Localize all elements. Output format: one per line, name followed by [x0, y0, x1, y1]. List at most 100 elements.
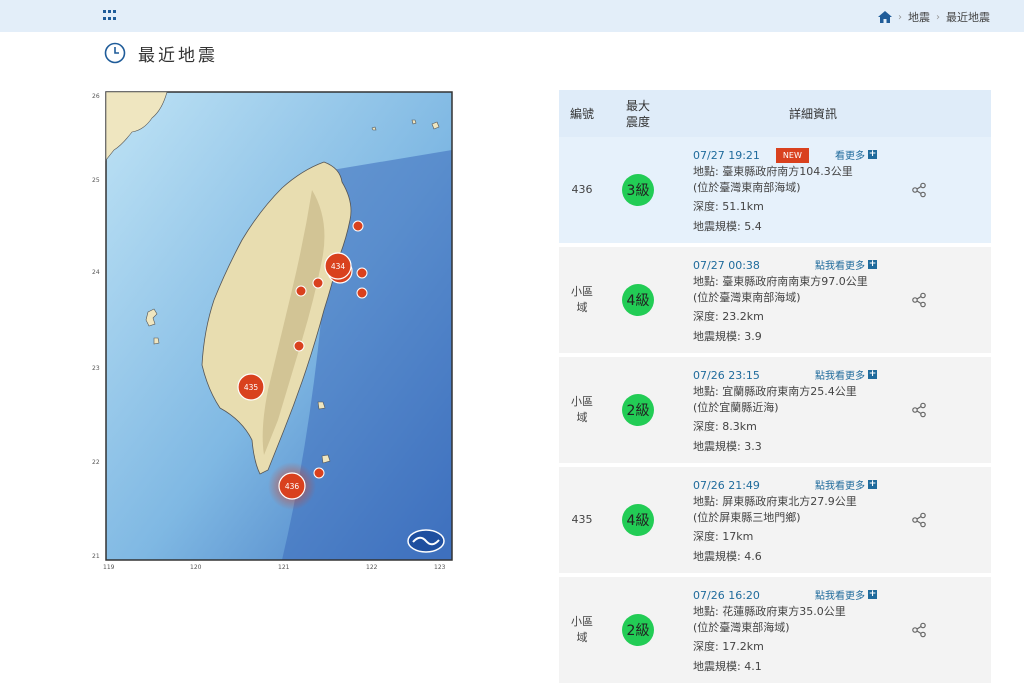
lat-tick: 24 [92, 269, 100, 276]
quake-marker-label: 436 [285, 482, 300, 491]
quake-depth: 深度: 23.2km [693, 310, 764, 323]
earthquake-row[interactable]: 436 3級 07/27 19:21 NEW 地點: 臺東縣政府南方104.3公里… [559, 137, 991, 244]
quake-location: 地點: 花蓮縣政府東方35.0公里 [693, 605, 846, 618]
plus-icon: + [868, 369, 877, 379]
earthquake-row[interactable]: 小區域 2級 07/26 23:15 地點: 宜蘭縣政府東南方25.4公里 (位… [559, 357, 991, 464]
quake-depth: 深度: 17.2km [693, 640, 764, 653]
quake-time: 07/26 16:20 [693, 588, 760, 602]
see-more-link[interactable]: 點我看更多 + [815, 367, 877, 382]
share-icon[interactable] [911, 182, 927, 198]
breadcrumb-separator: › [936, 11, 940, 23]
quake-location: 地點: 臺東縣政府南方104.3公里 [693, 165, 853, 178]
new-badge: NEW [775, 148, 809, 163]
breadcrumb-item-earthquake[interactable]: 地震 [908, 9, 930, 25]
quake-id: 435 [571, 513, 593, 526]
quake-time: 07/27 00:38 [693, 258, 760, 272]
quake-marker-label: 435 [244, 383, 259, 392]
lon-tick: 122 [366, 564, 378, 571]
plus-icon: + [868, 259, 877, 269]
lat-tick: 23 [92, 365, 100, 372]
breadcrumb-separator: › [898, 11, 902, 23]
share-icon[interactable] [911, 402, 927, 418]
quake-location: 地點: 宜蘭縣政府東南方25.4公里 [693, 385, 857, 398]
column-header-intensity: 最大 震度 [625, 98, 650, 129]
lon-tick: 119 [103, 564, 115, 571]
quake-location: 地點: 屏東縣政府東北方27.9公里 [693, 495, 857, 508]
share-icon[interactable] [911, 512, 927, 528]
breadcrumb: › 地震 › 最近地震 [878, 9, 990, 25]
table-header: 編號 最大 震度 詳細資訊 [559, 90, 991, 137]
quake-magnitude: 地震規模: 3.9 [693, 329, 762, 343]
plus-icon: + [868, 589, 877, 599]
quake-location: 地點: 臺東縣政府南南東方97.0公里 [693, 275, 868, 288]
intensity-badge: 3級 [622, 174, 654, 206]
quake-marker-small[interactable] [293, 340, 305, 352]
plus-icon: + [868, 479, 877, 489]
top-bar: › 地震 › 最近地震 [0, 0, 1024, 32]
earthquake-row[interactable]: 小區域 2級 07/26 16:20 地點: 花蓮縣政府東方35.0公里 (位於… [559, 577, 991, 684]
quake-region: (位於臺灣東南部海域) [693, 180, 801, 194]
menu-grid-icon[interactable] [103, 10, 117, 22]
earthquake-row[interactable]: 小區域 4級 07/27 00:38 地點: 臺東縣政府南南東方97.0公里 (… [559, 247, 991, 354]
page-title: 最近地震 [138, 45, 218, 66]
see-more-link[interactable]: 點我看更多 + [815, 477, 877, 492]
see-more-label: 點我看更多 [815, 371, 865, 382]
quake-marker-small[interactable] [312, 277, 324, 289]
intensity-badge: 4級 [622, 284, 654, 316]
quake-time: 07/26 21:49 [693, 478, 760, 492]
see-more-label: 點我看更多 [815, 481, 865, 492]
quake-magnitude: 地震規模: 3.3 [693, 439, 762, 453]
quake-region: (位於宜蘭縣近海) [693, 400, 779, 414]
quake-id: 小區域 [571, 615, 593, 644]
quake-marker-small[interactable] [356, 267, 368, 279]
quake-id: 小區域 [571, 285, 593, 314]
quake-region: (位於臺灣東部海域) [693, 620, 790, 634]
lon-tick: 121 [278, 564, 290, 571]
quake-marker-small[interactable] [356, 287, 368, 299]
quake-depth: 深度: 51.1km [693, 200, 764, 213]
quake-region: (位於屏東縣三地門鄉) [693, 510, 801, 524]
intensity-badge: 2級 [622, 394, 654, 426]
quake-marker-label: 434 [331, 262, 346, 271]
share-icon[interactable] [911, 622, 927, 638]
cwa-logo [407, 529, 445, 553]
quake-marker-435[interactable]: 435 [237, 373, 265, 401]
see-more-label: 看更多 [835, 151, 865, 162]
quake-depth: 深度: 8.3km [693, 420, 757, 433]
page-header: 最近地震 [104, 40, 218, 66]
quake-marker-436[interactable]: 436 [268, 462, 316, 510]
column-header-id: 編號 [569, 107, 594, 121]
lat-tick: 25 [92, 177, 100, 184]
see-more-label: 點我看更多 [815, 261, 865, 272]
home-icon[interactable] [878, 11, 892, 23]
quake-time: 07/26 23:15 [693, 368, 760, 382]
lon-tick: 123 [434, 564, 446, 571]
column-header-info: 詳細資訊 [788, 107, 837, 121]
earthquake-map[interactable]: 26 25 24 23 22 21 119 120 121 122 123 43 [92, 90, 454, 572]
earthquake-row[interactable]: 435 4級 07/26 21:49 地點: 屏東縣政府東北方27.9公里 (位… [559, 467, 991, 574]
lat-tick: 26 [92, 93, 100, 100]
quake-magnitude: 地震規模: 4.6 [693, 549, 762, 563]
see-more-link[interactable]: 點我看更多 + [815, 587, 877, 602]
quake-region: (位於臺灣東南部海域) [693, 290, 801, 304]
see-more-link[interactable]: 看更多 + [835, 147, 877, 162]
share-icon[interactable] [911, 292, 927, 308]
lon-tick: 120 [190, 564, 202, 571]
quake-marker-small[interactable] [295, 285, 307, 297]
see-more-label: 點我看更多 [815, 591, 865, 602]
quake-magnitude: 地震規模: 4.1 [693, 659, 762, 673]
quake-marker-small[interactable] [352, 220, 364, 232]
lat-tick: 21 [92, 553, 100, 560]
clock-icon [104, 42, 126, 64]
breadcrumb-item-recent: 最近地震 [946, 11, 990, 24]
quake-marker-small[interactable] [313, 467, 325, 479]
intensity-badge: 4級 [622, 504, 654, 536]
quake-id: 小區域 [571, 395, 593, 424]
earthquake-table: 編號 最大 震度 詳細資訊 436 3級 07/27 19:21 NEW 地點: 臺… [559, 90, 991, 684]
quake-magnitude: 地震規模: 5.4 [693, 219, 762, 233]
intensity-badge: 2級 [622, 614, 654, 646]
lat-tick: 22 [92, 459, 100, 466]
quake-depth: 深度: 17km [693, 530, 754, 543]
quake-time: 07/27 19:21 [693, 148, 760, 162]
see-more-link[interactable]: 點我看更多 + [815, 257, 877, 272]
